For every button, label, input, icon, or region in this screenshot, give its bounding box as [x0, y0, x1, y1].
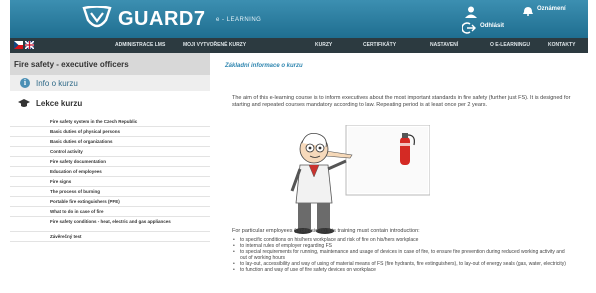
intro-list-heading: For particular employees (professions) t… — [232, 228, 420, 234]
lesson-label: Basic duties of physical persons — [50, 129, 121, 134]
user-icon[interactable] — [462, 6, 480, 18]
notifications-link[interactable]: Oznámení — [537, 6, 566, 12]
lesson-label: Závěrečný test — [50, 234, 82, 239]
lesson-item[interactable]: Fire signs — [10, 177, 210, 187]
lesson-label: Portable fire extinguishers (PFE) — [50, 199, 120, 204]
lesson-item[interactable]: Fire safety conditions - heat, electric … — [10, 217, 210, 232]
course-sidebar: Fire safety - executive officers i Info … — [10, 53, 210, 293]
intro-paragraph: The aim of this e-learning course is to … — [232, 95, 571, 108]
course-info-label: Info o kurzu — [36, 79, 78, 88]
nav-item-about[interactable]: O E-LEARNINGU — [490, 42, 530, 48]
brand-name[interactable]: GUARD7 — [118, 8, 205, 31]
lesson-item[interactable]: Education of employees — [10, 167, 210, 177]
info-icon: i — [20, 78, 30, 88]
language-switch — [14, 41, 34, 49]
lesson-label: The process of burning — [50, 189, 101, 194]
lesson-label: What to do in case of fire — [50, 209, 104, 214]
lesson-item[interactable]: Portable fire extinguishers (PFE) — [10, 197, 210, 207]
lesson-item[interactable]: What to do in case of fire — [10, 207, 210, 217]
instructor-figure — [290, 133, 353, 234]
czech-flag-icon[interactable] — [14, 41, 23, 49]
list-item: to function and way of use of fire safet… — [232, 267, 572, 273]
header: GUARD7 e - LEARNING Odhlásit Oznámení — [10, 0, 588, 38]
lesson-item[interactable]: Fire safety documentation — [10, 157, 210, 167]
nav-item-contacts[interactable]: KONTAKTY — [548, 42, 575, 48]
lesson-item[interactable]: Control activity — [10, 147, 210, 157]
lesson-item[interactable]: Závěrečný test — [10, 232, 210, 242]
brand-subtitle: e - LEARNING — [216, 17, 262, 23]
course-info-link[interactable]: i Info o kurzu — [10, 75, 210, 91]
main-navigation: ADMINISTRACE LMS MOJI VYTVOŘENÉ KURZY KU… — [10, 38, 588, 53]
logout-icon[interactable] — [462, 22, 476, 34]
nav-item-lms-admin[interactable]: ADMINISTRACE LMS — [115, 42, 165, 48]
course-title: Fire safety - executive officers — [10, 53, 210, 75]
instructor-illustration — [290, 125, 430, 234]
uk-flag-icon[interactable] — [25, 41, 34, 49]
shield-logo-icon[interactable] — [82, 6, 112, 32]
lesson-item[interactable]: The process of burning — [10, 187, 210, 197]
main-content: Základní informace o kurzu The aim of th… — [216, 53, 588, 293]
lesson-item[interactable]: Fire safety system in the Czech Republic — [10, 117, 210, 127]
nav-item-certificates[interactable]: CERTIFIKÁTY — [363, 42, 396, 48]
course-lessons-label: Lekce kurzu — [36, 99, 83, 108]
lesson-item[interactable]: Basic duties of physical persons — [10, 127, 210, 137]
lesson-label: Fire safety conditions - heat, electric … — [50, 219, 171, 224]
bell-icon[interactable] — [522, 6, 534, 16]
presentation-board — [345, 125, 430, 196]
lesson-label: Basic duties of organizations — [50, 139, 113, 144]
lesson-label: Fire safety documentation — [50, 159, 107, 164]
lesson-label: Education of employees — [50, 169, 102, 174]
lesson-label: Control activity — [50, 149, 83, 154]
list-item: to special requirements for running, mai… — [232, 249, 572, 261]
lesson-label: Fire signs — [50, 179, 72, 184]
page-title: Základní informace o kurzu — [225, 63, 303, 69]
nav-items: ADMINISTRACE LMS MOJI VYTVOŘENÉ KURZY KU… — [105, 38, 588, 53]
course-lessons-heading[interactable]: Lekce kurzu — [10, 95, 210, 111]
lesson-label: Fire safety system in the Czech Republic — [50, 119, 138, 124]
lms-window: GUARD7 e - LEARNING Odhlásit Oznámení AD… — [10, 0, 588, 293]
introduction-list: to specific conditions on his/hers workp… — [232, 237, 572, 273]
nav-item-my-courses[interactable]: MOJI VYTVOŘENÉ KURZY — [183, 42, 246, 48]
nav-item-courses[interactable]: KURZY — [315, 42, 332, 48]
logout-link[interactable]: Odhlásit — [480, 23, 504, 29]
nav-item-settings[interactable]: NASTAVENÍ — [430, 42, 458, 48]
graduation-cap-icon — [18, 99, 30, 107]
lesson-item[interactable]: Basic duties of organizations — [10, 137, 210, 147]
